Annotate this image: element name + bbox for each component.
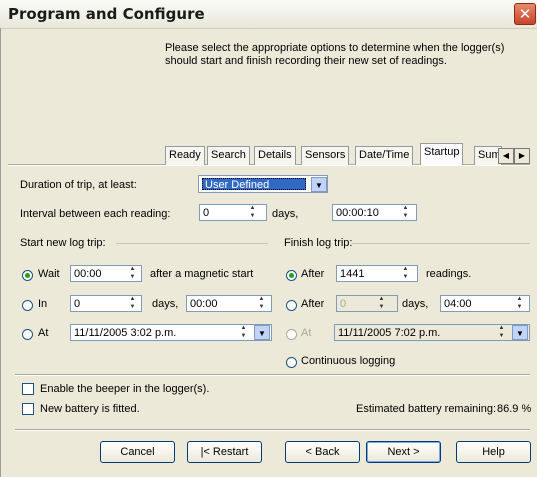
back-button[interactable]: < Back [285, 441, 360, 463]
spin-down-icon: ▼ [378, 304, 385, 310]
spin-up-icon: ▲ [240, 325, 247, 331]
start-in-label: In [38, 298, 48, 310]
spin-up-icon: ▲ [402, 266, 409, 272]
spin-down-icon: ▼ [402, 213, 409, 219]
tab-scroll-right-button[interactable]: ▶ [514, 148, 530, 164]
window-border-left [0, 28, 1, 477]
battery-checkbox[interactable] [22, 403, 34, 415]
chevron-down-icon: ▼ [258, 329, 266, 338]
interval-time-spin[interactable]: ▲ ▼ [398, 204, 415, 221]
arrow-right-icon: ▶ [518, 151, 526, 160]
finish-readings-suffix: readings. [426, 268, 472, 280]
start-wait-suffix: after a magnetic start [150, 268, 254, 280]
tab-scroll-left-button[interactable]: ◀ [498, 148, 514, 164]
buttons-separator [15, 429, 530, 431]
start-in-days-spin[interactable]: ▲ ▼ [125, 295, 142, 312]
finish-days-spin[interactable]: ▲ ▼ [374, 295, 391, 312]
battery-label: New battery is fitted. [40, 403, 140, 415]
beeper-label: Enable the beeper in the logger(s). [40, 383, 210, 395]
start-group-line [116, 243, 268, 244]
spin-down-icon: ▼ [249, 213, 256, 219]
help-button[interactable]: Help [456, 441, 531, 463]
finish-group-line [352, 243, 530, 244]
tab-startup[interactable]: Startup [420, 143, 464, 165]
interval-label: Interval between each reading: [20, 208, 171, 220]
battery-remaining-label: Estimated battery remaining: [356, 403, 497, 415]
start-at-radio[interactable] [22, 329, 33, 340]
start-in-time-spin[interactable]: ▲ ▼ [254, 295, 271, 312]
start-group-label: Start new log trip: [20, 237, 106, 249]
spin-down-icon: ▼ [129, 274, 136, 280]
spin-up-icon: ▲ [129, 296, 136, 302]
spin-up-icon: ▲ [129, 266, 136, 272]
start-at-dropdown[interactable]: ▼ [254, 325, 270, 340]
arrow-left-icon: ◀ [502, 151, 510, 160]
tab-details[interactable]: Details [254, 146, 296, 165]
spin-down-icon: ▼ [498, 333, 505, 339]
tab-date-time[interactable]: Date/Time [355, 146, 414, 165]
finish-continuous-radio[interactable] [286, 357, 297, 368]
spin-down-icon: ▼ [402, 274, 409, 280]
spin-up-icon: ▲ [258, 296, 265, 302]
finish-after-readings-label: After [301, 268, 325, 280]
finish-group-label: Finish log trip: [284, 237, 353, 249]
spin-down-icon: ▼ [516, 304, 523, 310]
finish-continuous-label: Continuous logging [301, 355, 396, 367]
start-wait-label: Wait [38, 268, 60, 280]
next-button[interactable]: Next > [366, 441, 441, 463]
options-separator [15, 374, 530, 376]
tab-sensors[interactable]: Sensors [301, 146, 350, 165]
beeper-checkbox[interactable] [22, 383, 34, 395]
spin-up-icon: ▲ [249, 205, 256, 211]
spin-down-icon: ▼ [129, 304, 136, 310]
finish-at-label: At [301, 327, 312, 339]
spin-down-icon: ▼ [258, 304, 265, 310]
tab-search[interactable]: Search [207, 146, 250, 165]
finish-time-spin[interactable]: ▲ ▼ [512, 295, 529, 312]
spin-up-icon: ▲ [498, 325, 505, 331]
restart-button[interactable]: |< Restart [187, 441, 262, 463]
interval-days-spin[interactable]: ▲ ▼ [245, 204, 262, 221]
chevron-down-icon[interactable]: ▼ [311, 177, 327, 192]
battery-remaining-value: 86.9 % [497, 403, 532, 415]
close-icon: ✕ [518, 5, 532, 23]
cancel-button[interactable]: Cancel [100, 441, 175, 463]
spin-down-icon: ▼ [240, 333, 247, 339]
duration-select[interactable]: User Defined ▼ [198, 175, 328, 193]
start-wait-spin[interactable]: ▲ ▼ [125, 265, 142, 282]
intro-text: Please select the appropriate options to… [165, 42, 505, 67]
start-at-spin[interactable]: ▲ ▼ [236, 324, 253, 341]
finish-readings-spin[interactable]: ▲ ▼ [398, 265, 415, 282]
start-at-label: At [38, 327, 49, 339]
finish-days-unit: days, [402, 298, 429, 310]
chevron-down-icon: ▼ [516, 329, 524, 338]
finish-at-radio[interactable] [286, 329, 297, 340]
duration-value: User Defined [202, 178, 306, 191]
finish-after-days-label: After [301, 298, 325, 310]
start-wait-radio[interactable] [22, 270, 33, 281]
start-in-days-unit: days, [152, 298, 179, 310]
finish-at-dropdown[interactable]: ▼ [512, 325, 528, 340]
finish-after-readings-radio[interactable] [286, 270, 297, 281]
spin-up-icon: ▲ [516, 296, 523, 302]
window-title: Program and Configure [8, 5, 205, 23]
start-in-radio[interactable] [22, 300, 33, 311]
tab-ready[interactable]: Ready [165, 146, 205, 165]
spin-up-icon: ▲ [402, 205, 409, 211]
finish-after-days-radio[interactable] [286, 300, 297, 311]
close-button[interactable]: ✕ [514, 3, 536, 25]
finish-at-spin[interactable]: ▲ ▼ [494, 324, 511, 341]
interval-days-unit: days, [272, 208, 299, 220]
duration-label: Duration of trip, at least: [20, 179, 137, 191]
spin-up-icon: ▲ [378, 296, 385, 302]
